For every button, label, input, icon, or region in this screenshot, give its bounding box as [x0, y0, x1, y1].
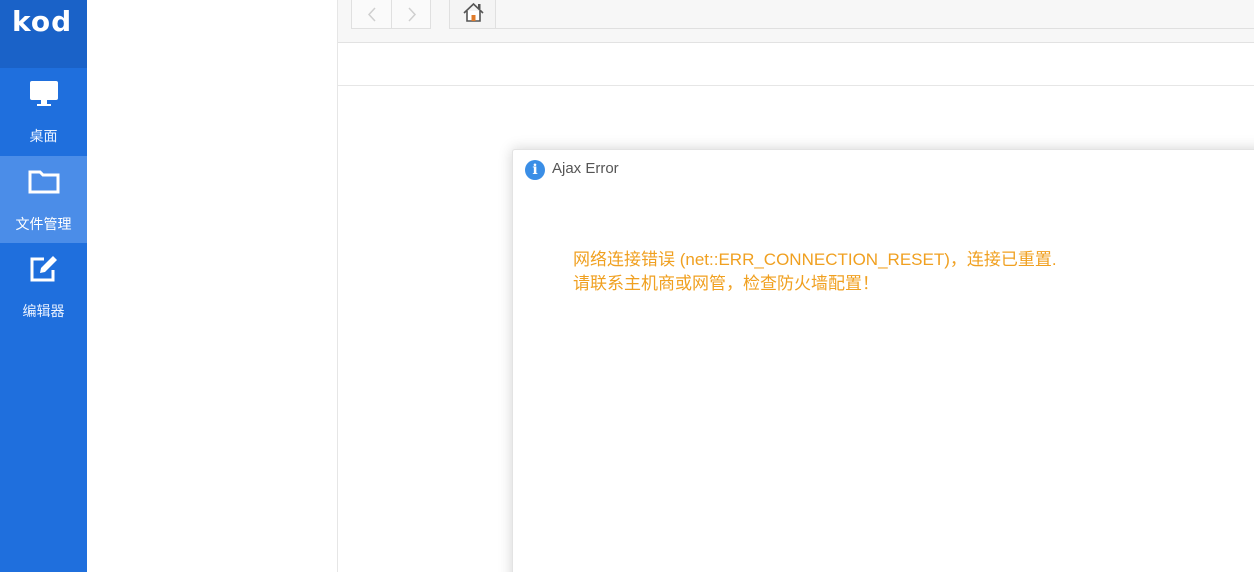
sidebar-item-file-manager[interactable]: 文件管理 [0, 156, 87, 243]
dialog-message-line-2: 请联系主机商或网管，检查防火墙配置！ [573, 274, 879, 293]
forward-button[interactable] [391, 0, 431, 29]
chevron-right-icon [408, 7, 417, 22]
sub-toolbar [338, 43, 1254, 86]
dialog-title: Ajax Error [552, 160, 619, 177]
path-bar[interactable] [496, 0, 1254, 29]
sidebar-item-label: 桌面 [29, 129, 58, 145]
logo-text: kod [12, 5, 73, 38]
sidebar-item-label: 文件管理 [15, 217, 72, 233]
sidebar-item-label: 编辑器 [22, 304, 65, 320]
home-button[interactable] [449, 0, 496, 29]
sidebar: kod 桌面 文件管理 编辑器 [0, 0, 87, 572]
home-icon [463, 2, 484, 22]
info-icon: i [525, 160, 545, 180]
back-button[interactable] [351, 0, 391, 29]
error-dialog: i Ajax Error 网络连接错误 (net::ERR_CONNECTION… [512, 149, 1254, 572]
sidebar-item-desktop[interactable]: 桌面 [0, 68, 87, 155]
toolbar [338, 0, 1254, 43]
edit-icon [28, 253, 60, 285]
dialog-message: 网络连接错误 (net::ERR_CONNECTION_RESET)，连接已重置… [573, 248, 1057, 296]
folder-icon [28, 166, 60, 198]
app-window: kod 桌面 文件管理 编辑器 i Ajax Error 网络连接错误 (net… [0, 0, 1254, 572]
folder-tree-panel [87, 0, 338, 572]
monitor-icon [28, 78, 60, 110]
sidebar-item-editor[interactable]: 编辑器 [0, 243, 87, 330]
chevron-left-icon [367, 7, 376, 22]
logo[interactable]: kod [0, 0, 87, 68]
dialog-message-line-1: 网络连接错误 (net::ERR_CONNECTION_RESET)，连接已重置… [573, 250, 1057, 269]
